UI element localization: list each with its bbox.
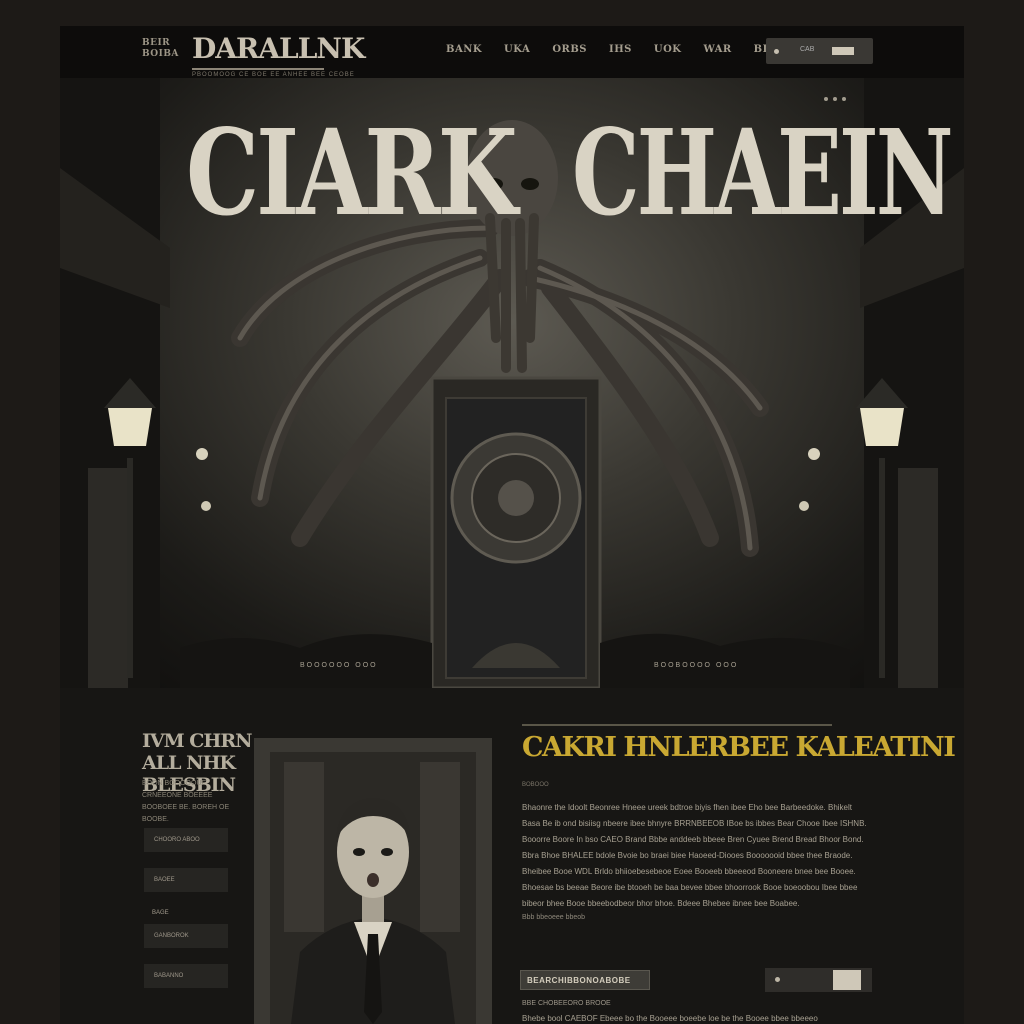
hero-carousel-dots[interactable] xyxy=(824,88,851,106)
sidebar-item-label: GANBOROK xyxy=(154,933,189,939)
action-input[interactable] xyxy=(765,968,872,992)
article-meta: BOBOOO xyxy=(522,782,549,788)
sub-body: Bhebe bool CAEBOF Ebeee bo the Booeee bo… xyxy=(522,1014,818,1023)
hero-caption-left: BOOOOOO OOO xyxy=(300,662,378,669)
sidebar-item-2[interactable]: BAOEE xyxy=(144,868,228,892)
action-button[interactable] xyxy=(833,970,861,990)
portrait-image xyxy=(270,752,476,1024)
hero-banner: CIARK CHAEIN BOOOOOO OOO BOOBOOOO OOO xyxy=(60,78,964,688)
article-title: CAKRI HNLERBEE KALEATINI xyxy=(522,732,956,763)
nav-item-5[interactable]: UOK xyxy=(654,44,682,55)
top-navbar: BEIR BOIBA DARALLNK PBOOMOOG CE BOE EE A… xyxy=(60,26,964,78)
carousel-dot[interactable] xyxy=(833,97,837,101)
sub-heading: BBE CHOBEEORO BROOE xyxy=(522,1000,611,1007)
sidebar-item-label: CHOORO ABOO xyxy=(154,837,200,843)
sidebar-item-label: BABANNO xyxy=(154,973,184,979)
title-rule xyxy=(522,724,832,726)
radio-icon xyxy=(775,977,780,982)
main-nav: BANK UKA ORBS IHS UOK WAR BIAN xyxy=(446,44,808,55)
nav-item-4[interactable]: IHS xyxy=(609,44,632,55)
hero-title-left: CIARK xyxy=(186,103,518,242)
man-portrait-icon xyxy=(270,752,476,1024)
brand-small-text: BEIR BOIBA xyxy=(142,38,179,59)
hero-caption-right: BOOBOOOO OOO xyxy=(654,662,739,669)
hero-title-right: CHAEIN xyxy=(572,103,954,242)
brand-logo[interactable]: DARALLNK xyxy=(192,32,365,65)
nav-item-3[interactable]: ORBS xyxy=(552,44,587,55)
tag-label: BEARCHIBBONOABOBE xyxy=(527,976,631,985)
carousel-dot[interactable] xyxy=(824,97,828,101)
search-button[interactable] xyxy=(832,47,854,55)
sidebar-item-4[interactable]: BABANNO xyxy=(144,964,228,988)
search-box[interactable]: CAB xyxy=(766,38,873,64)
tag-button[interactable]: BEARCHIBBONOABOBE xyxy=(520,970,650,990)
sidebar-label: BAGE xyxy=(152,910,169,916)
nav-item-2[interactable]: UKA xyxy=(504,44,530,55)
article-body: Bhaonre the Idoolt Beonree Hneee ureek b… xyxy=(522,803,867,908)
sidebar-description: BOON BOOOOOUE CRNEEONE BOEEEE BOOBOEE BE… xyxy=(142,780,230,823)
brand-underline xyxy=(192,68,324,70)
sidebar-item-3[interactable]: GANBOROK xyxy=(144,924,228,948)
read-more-link[interactable]: Bbb bbeoeee bbeob xyxy=(522,914,585,921)
sidebar-item-1[interactable]: CHOORO ABOO xyxy=(144,828,228,852)
nav-item-1[interactable]: BANK xyxy=(446,44,482,55)
search-text: CAB xyxy=(800,46,815,53)
carousel-dot[interactable] xyxy=(842,97,846,101)
page-frame: BEIR BOIBA DARALLNK PBOOMOOG CE BOE EE A… xyxy=(60,26,964,1024)
sidebar-item-label: BAOEE xyxy=(154,877,175,883)
search-icon xyxy=(774,49,779,54)
nav-item-6[interactable]: WAR xyxy=(704,44,732,55)
content-section: IVM CHRN ALL NHK BLESBIN BOON BOOOOOUE C… xyxy=(60,688,964,1024)
